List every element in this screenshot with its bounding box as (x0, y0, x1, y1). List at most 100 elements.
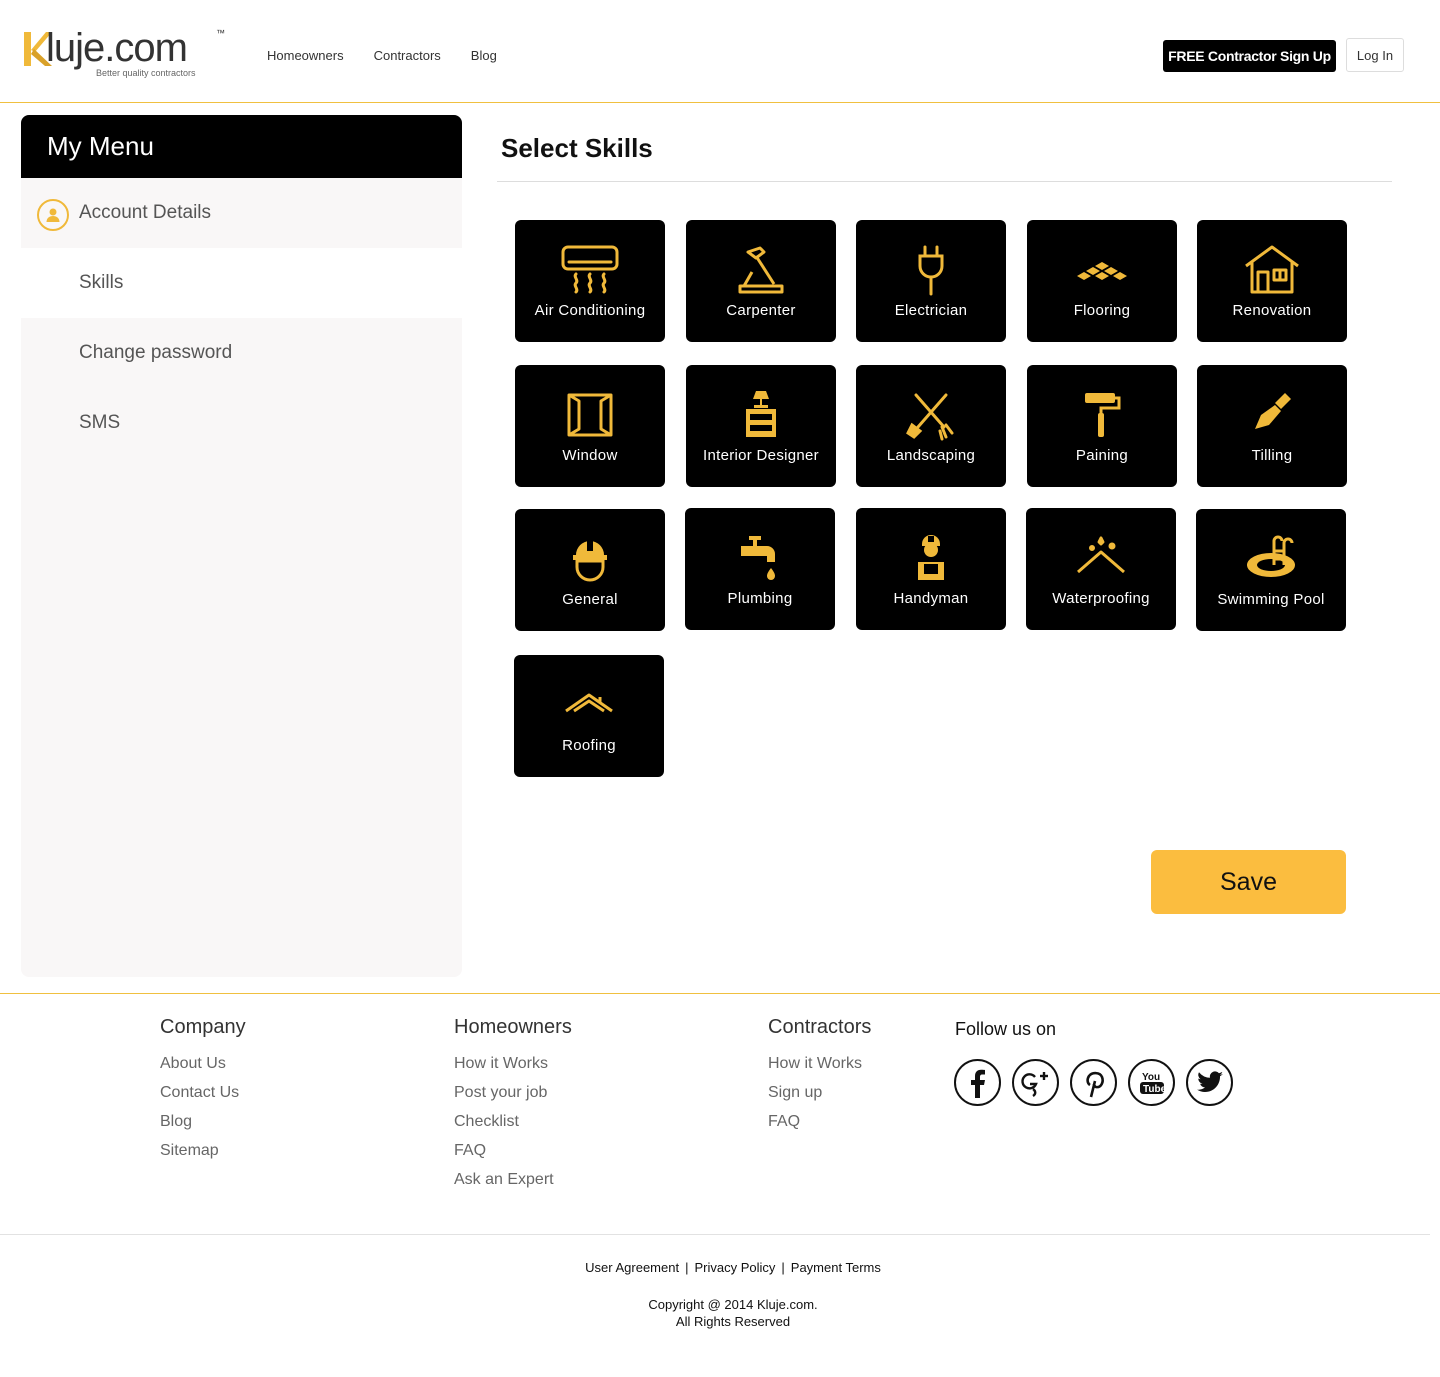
login-button[interactable]: Log In (1346, 38, 1404, 72)
trowel-icon (1255, 392, 1291, 429)
skill-tile-renovation[interactable]: Renovation (1197, 220, 1347, 342)
sidebar-item-change-password[interactable]: Change password (21, 318, 462, 388)
skill-tile-electrician[interactable]: Electrician (856, 220, 1006, 342)
sidebar-item-label: Change password (79, 342, 233, 363)
logo-tagline: Better quality contractors (96, 68, 196, 78)
logo-trademark: ™ (216, 28, 225, 38)
sidebar-item-sms[interactable]: SMS (21, 388, 462, 458)
skill-tile-handyman[interactable]: Handyman (856, 508, 1006, 630)
footer-divider (0, 993, 1440, 994)
footer-link-faq[interactable]: FAQ (454, 1136, 572, 1165)
youtube-icon[interactable]: You Tube (1128, 1059, 1175, 1106)
footer-link-faq[interactable]: FAQ (768, 1107, 871, 1136)
skill-label: Waterproofing (1052, 589, 1150, 607)
main-nav: Homeowners Contractors Blog (267, 48, 497, 63)
svg-text:Tube: Tube (1143, 1084, 1166, 1095)
hard-hat-icon (573, 538, 607, 581)
skill-tile-waterproofing[interactable]: Waterproofing (1026, 508, 1176, 630)
footer-link-ask-an-expert[interactable]: Ask an Expert (454, 1165, 572, 1194)
legal-links: User Agreement | Privacy Policy | Payment Te… (0, 1260, 1440, 1275)
shovel-fork-icon (906, 393, 954, 440)
skill-tile-air-conditioning[interactable]: Air Conditioning (515, 220, 665, 342)
skill-label: General (562, 590, 618, 608)
skill-tile-plumbing[interactable]: Plumbing (685, 508, 835, 630)
skill-label: Landscaping (886, 446, 976, 464)
skill-tile-interior-designer[interactable]: Interior Designer (686, 365, 836, 487)
copyright: Copyright @ 2014 Kluje.com. All Rights R… (0, 1296, 1440, 1330)
air-conditioner-icon (561, 245, 619, 293)
roof-drops-icon (1077, 536, 1125, 573)
site-header: luje.com ™ Better quality contractors Ho… (0, 0, 1440, 103)
sidebar-item-label: Skills (79, 272, 124, 293)
user-agreement-link[interactable]: User Agreement (585, 1260, 679, 1275)
social-links: You Tube (954, 1059, 1233, 1106)
copyright-line: Copyright @ 2014 Kluje.com. (648, 1297, 818, 1312)
footer-column-title: Contractors (768, 1016, 872, 1038)
paint-roller-icon (1085, 392, 1121, 437)
skill-tile-roofing[interactable]: Roofing (514, 655, 664, 777)
nav-contractors[interactable]: Contractors (374, 48, 441, 63)
legal-separator: | (781, 1260, 785, 1275)
google-plus-icon[interactable] (1012, 1059, 1059, 1106)
skill-label: Handyman (893, 589, 969, 607)
sidebar-item-account-details[interactable]: Account Details (21, 178, 462, 248)
lamp-drawer-icon (746, 390, 776, 437)
skill-tile-paining[interactable]: Paining (1027, 365, 1177, 487)
worker-icon (918, 534, 944, 580)
footer-link-sitemap[interactable]: Sitemap (160, 1136, 246, 1165)
skill-tile-window[interactable]: Window (515, 365, 665, 487)
footer-contractors-column: Contractors How it Works Sign up FAQ (768, 1016, 871, 1136)
roof-icon (565, 693, 613, 712)
house-icon (1245, 245, 1299, 293)
payment-terms-link[interactable]: Payment Terms (791, 1260, 881, 1275)
save-button[interactable]: Save (1151, 850, 1346, 914)
footer-link-how-it-works[interactable]: How it Works (768, 1049, 871, 1078)
footer-link-how-it-works[interactable]: How it Works (454, 1049, 572, 1078)
follow-us-title: Follow us on (955, 1019, 1057, 1039)
facebook-icon[interactable] (954, 1059, 1001, 1106)
footer-homeowners-column: Homeowners How it Works Post your job Ch… (454, 1016, 572, 1194)
privacy-policy-link[interactable]: Privacy Policy (694, 1260, 775, 1275)
skill-tile-flooring[interactable]: Flooring (1027, 220, 1177, 342)
nav-blog[interactable]: Blog (471, 48, 497, 63)
footer-link-post-your-job[interactable]: Post your job (454, 1078, 572, 1107)
hammer-icon (738, 246, 784, 293)
skill-tile-general[interactable]: General (515, 509, 665, 631)
pool-icon (1247, 535, 1295, 577)
skill-tile-swimming-pool[interactable]: Swimming Pool (1196, 509, 1346, 631)
pinterest-icon[interactable] (1070, 1059, 1117, 1106)
footer-link-checklist[interactable]: Checklist (454, 1107, 572, 1136)
kluje-logo[interactable]: luje.com ™ Better quality contractors (22, 26, 232, 83)
twitter-icon[interactable] (1186, 1059, 1233, 1106)
skill-tile-tilling[interactable]: Tilling (1197, 365, 1347, 487)
sidebar-item-label: SMS (79, 412, 121, 433)
free-contractor-signup-button[interactable]: FREE Contractor Sign Up (1163, 40, 1336, 72)
footer-link-blog[interactable]: Blog (160, 1107, 246, 1136)
skill-label: Air Conditioning (534, 301, 646, 319)
title-divider (497, 181, 1392, 182)
footer-link-sign-up[interactable]: Sign up (768, 1078, 871, 1107)
faucet-icon (741, 535, 775, 580)
skill-label: Renovation (1232, 301, 1312, 319)
footer-link-about-us[interactable]: About Us (160, 1049, 246, 1078)
footer-link-contact-us[interactable]: Contact Us (160, 1078, 246, 1107)
skill-label: Interior Designer (703, 446, 819, 464)
legal-separator: | (685, 1260, 689, 1275)
svg-text:You: You (1142, 1072, 1160, 1083)
skill-tile-landscaping[interactable]: Landscaping (856, 365, 1006, 487)
sidebar-item-skills[interactable]: Skills (21, 248, 462, 318)
skill-tile-carpenter[interactable]: Carpenter (686, 220, 836, 342)
skill-label: Electrician (894, 301, 968, 319)
plug-icon (918, 245, 944, 295)
skill-label: Carpenter (726, 301, 796, 319)
skill-label: Paining (1075, 446, 1129, 464)
skill-label: Window (562, 446, 618, 464)
skill-label: Tilling (1251, 446, 1293, 464)
nav-homeowners[interactable]: Homeowners (267, 48, 344, 63)
bottom-divider (0, 1234, 1430, 1235)
skill-label: Roofing (562, 736, 616, 754)
sidebar-item-label: Account Details (79, 202, 212, 223)
skill-label: Swimming Pool (1217, 590, 1325, 608)
sidebar-menu: My Menu Account Details Skills Change pa… (21, 115, 462, 977)
window-icon (567, 393, 613, 436)
